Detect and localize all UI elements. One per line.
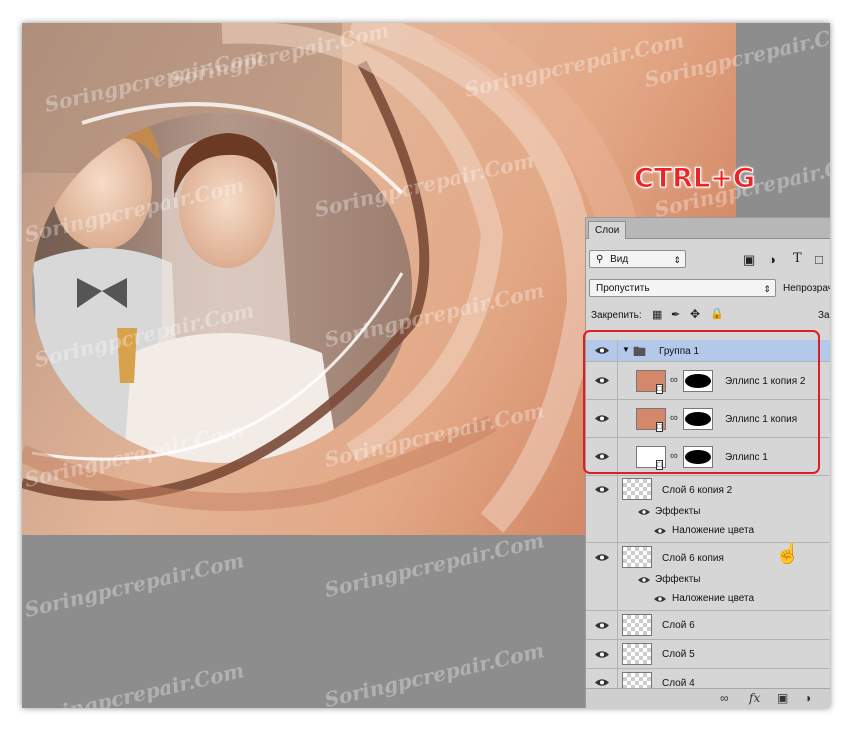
image-icon[interactable]: ▣	[743, 253, 755, 267]
search-icon: ⚲	[596, 254, 604, 265]
watermark: Soringpcrepair.Com	[22, 658, 247, 708]
type-icon[interactable]: T	[793, 252, 802, 266]
tab-layers[interactable]: Слои	[588, 221, 627, 239]
layer-name: Слой 5	[662, 649, 695, 660]
shape-icon[interactable]: □	[815, 253, 823, 267]
filter-kind-select[interactable]: ⚲ Вид ⇕	[589, 250, 686, 268]
layer-thumbnail	[622, 643, 652, 665]
watermark: Soringpcrepair.Com	[322, 528, 547, 602]
layer-thumbnail	[622, 478, 652, 500]
effects-label: Эффекты	[655, 574, 701, 585]
blend-mode-value: Пропустить	[596, 283, 650, 294]
layer-row[interactable]: Слой 6 копия 2 Эффекты Наложение цвета	[586, 476, 830, 543]
eye-icon[interactable]	[595, 650, 609, 659]
eye-icon[interactable]	[638, 576, 650, 584]
effect-name: Наложение цвета	[672, 593, 755, 604]
adjustment-icon[interactable]: ◑	[768, 253, 776, 267]
lock-move-icon[interactable]: ✥	[690, 307, 700, 321]
eye-icon[interactable]	[638, 508, 650, 516]
lock-transparent-icon[interactable]: ▦	[652, 308, 662, 322]
layer-thumbnail	[622, 614, 652, 636]
lock-label: Закрепить:	[591, 310, 642, 321]
layer-row[interactable]: Слой 5	[586, 640, 830, 669]
layer-row[interactable]: Слой 6	[586, 611, 830, 640]
eye-icon[interactable]	[654, 595, 666, 603]
opacity-label: Непрозрачн	[783, 283, 830, 294]
fx-icon[interactable]: fx	[749, 691, 760, 705]
layer-name: Слой 6 копия	[662, 553, 724, 564]
eye-icon[interactable]	[595, 678, 609, 687]
adjustment-icon[interactable]: ◑	[804, 691, 811, 705]
eye-icon[interactable]	[595, 621, 609, 630]
panel-tab-bar: Слои	[586, 218, 830, 239]
blend-mode-select[interactable]: Пропустить ⇕	[589, 279, 776, 297]
link-icon[interactable]: ∞	[720, 691, 729, 705]
filter-kind-value: Вид	[610, 254, 629, 265]
fill-label: За	[818, 310, 830, 321]
watermark: Soringpcrepair.Com	[322, 638, 547, 708]
hand-cursor-icon: ☝	[775, 543, 800, 565]
watermark: Soringpcrepair.Com	[22, 548, 247, 622]
selection-highlight-frame	[583, 330, 820, 474]
layer-name: Слой 6	[662, 620, 695, 631]
shortcut-label: CTRL+G	[633, 163, 756, 195]
effect-name: Наложение цвета	[672, 525, 755, 536]
lock-brush-icon[interactable]: ✒	[671, 308, 680, 322]
layer-thumbnail	[622, 546, 652, 568]
eye-icon[interactable]	[595, 553, 609, 562]
eye-icon[interactable]	[595, 485, 609, 494]
effects-label: Эффекты	[655, 506, 701, 517]
lock-all-icon[interactable]: 🔒	[710, 307, 724, 321]
panel-bottom-bar: ∞ fx ▣ ◑	[586, 688, 830, 708]
mask-icon[interactable]: ▣	[777, 691, 788, 705]
eye-icon[interactable]	[654, 527, 666, 535]
stepper-icon: ⇕	[763, 284, 771, 294]
stepper-icon: ⇕	[673, 255, 681, 265]
layer-name: Слой 6 копия 2	[662, 485, 733, 496]
